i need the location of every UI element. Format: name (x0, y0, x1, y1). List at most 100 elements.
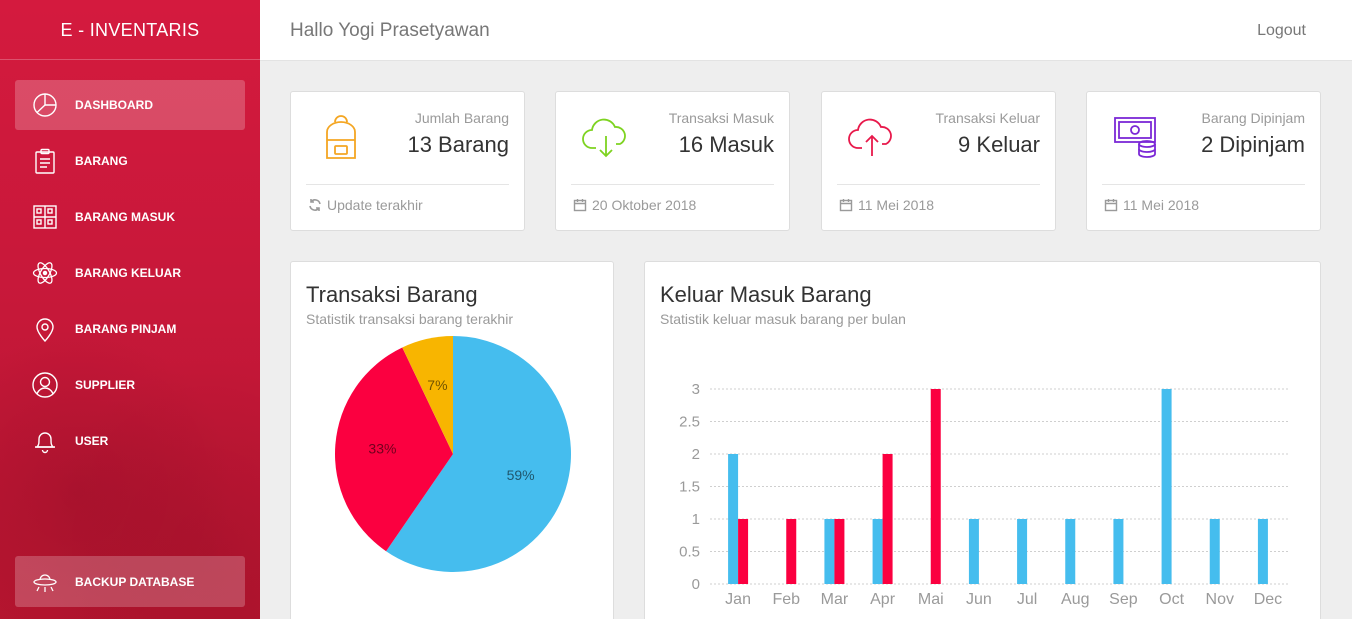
y-tick-label: 2 (692, 446, 700, 463)
cloud-download-icon (578, 110, 634, 166)
stat-card-transaksi-keluar: Transaksi Keluar 9 Keluar 11 Mei 2018 (821, 91, 1056, 231)
x-tick-label: Jan (725, 591, 751, 608)
x-tick-label: Dec (1254, 591, 1282, 608)
stat-footer-text: Update terakhir (327, 197, 423, 213)
panel-subtitle: Statistik transaksi barang terakhir (306, 311, 513, 327)
bar-feb-series-1[interactable] (786, 519, 797, 584)
divider (1102, 184, 1305, 185)
bar-mai-series-1[interactable] (930, 389, 941, 584)
money-coins-icon (1109, 110, 1165, 166)
pie-slice-label: 7% (427, 377, 447, 393)
x-tick-label: Mai (918, 591, 944, 608)
stat-value: 16 Masuk (678, 132, 774, 157)
greeting-text: Hallo Yogi Prasetyawan (290, 20, 490, 41)
bar-dec-series-0[interactable] (1257, 519, 1268, 584)
bar-jul-series-0[interactable] (1017, 519, 1028, 584)
y-tick-label: 1 (692, 511, 700, 528)
sidebar-item-barang-masuk[interactable]: BARANG MASUK (15, 192, 245, 242)
sidebar-item-label: SUPPLIER (75, 378, 136, 392)
calendar-icon (573, 199, 587, 212)
sidebar-menu: DASHBOARD BARANG BARANG MASUK BARANG KEL… (0, 80, 260, 466)
divider (306, 184, 509, 185)
stat-footer-text: 20 Oktober 2018 (592, 197, 697, 213)
y-tick-label: 1.5 (679, 479, 700, 496)
user-circle-icon (30, 370, 60, 400)
x-tick-label: Mar (821, 591, 849, 608)
x-tick-label: Apr (870, 591, 896, 608)
backup-database-button[interactable]: BACKUP DATABASE (15, 556, 245, 607)
pie-chart-panel: Transaksi Barang Statistik transaksi bar… (290, 261, 614, 619)
bar-jan-series-0[interactable] (728, 454, 739, 584)
stat-category: Transaksi Masuk (668, 110, 774, 126)
logout-link[interactable]: Logout (1257, 22, 1306, 40)
sidebar-item-barang-keluar[interactable]: BARANG KELUAR (15, 248, 245, 298)
bar-jun-series-0[interactable] (968, 519, 979, 584)
stat-footer: Update terakhir (308, 197, 423, 213)
building-icon (30, 202, 60, 232)
stat-category: Transaksi Keluar (935, 110, 1040, 126)
x-tick-label: Jun (966, 591, 992, 608)
stat-footer: 20 Oktober 2018 (573, 197, 696, 213)
sidebar-item-dashboard[interactable]: DASHBOARD (15, 80, 245, 130)
cloud-upload-icon (844, 110, 900, 166)
x-tick-label: Feb (772, 591, 800, 608)
x-tick-label: Sep (1109, 591, 1138, 608)
pie-slice-label: 59% (507, 467, 535, 483)
pie-chart: 59% 33% 7% (335, 336, 571, 572)
panel-title: Transaksi Barang (306, 282, 478, 307)
stat-value: 13 Barang (407, 132, 509, 157)
backpack-icon (313, 110, 369, 166)
sidebar-item-supplier[interactable]: SUPPLIER (15, 360, 245, 410)
top-navbar: Hallo Yogi Prasetyawan Logout (260, 0, 1352, 61)
backup-database-label: BACKUP DATABASE (75, 574, 195, 589)
divider (837, 184, 1040, 185)
bar-sep-series-0[interactable] (1113, 519, 1124, 584)
bar-mar-series-0[interactable] (824, 519, 835, 584)
bar-apr-series-0[interactable] (872, 519, 883, 584)
stat-value: 2 Dipinjam (1201, 132, 1305, 157)
clipboard-icon (30, 146, 60, 176)
sidebar-item-barang[interactable]: BARANG (15, 136, 245, 186)
bar-jan-series-1[interactable] (738, 519, 749, 584)
bar-oct-series-0[interactable] (1161, 389, 1172, 584)
stat-category: Barang Dipinjam (1201, 110, 1306, 126)
bar-chart: 0 0.5 1 1.5 2 2.5 3 Jan Feb Mar Apr Mai Jun Jul Aug Sep… (679, 381, 1288, 608)
stat-footer: 11 Mei 2018 (839, 197, 934, 213)
bar-aug-series-0[interactable] (1065, 519, 1076, 584)
sidebar-item-label: BARANG (75, 154, 128, 168)
y-tick-label: 0.5 (679, 544, 700, 561)
ufo-icon (30, 567, 60, 597)
stat-footer: 11 Mei 2018 (1104, 197, 1199, 213)
stat-footer-text: 11 Mei 2018 (1123, 197, 1200, 213)
stat-value: 9 Keluar (958, 132, 1040, 157)
sidebar-item-label: BARANG MASUK (75, 210, 175, 224)
x-tick-label: Aug (1061, 591, 1089, 608)
divider (571, 184, 774, 185)
panel-subtitle: Statistik keluar masuk barang per bulan (660, 311, 906, 327)
sidebar-item-user[interactable]: USER (15, 416, 245, 466)
sidebar: E - INVENTARIS DASHBOARD BARANG BARANG M… (0, 0, 260, 619)
atom-icon (30, 258, 60, 288)
sidebar-item-label: BARANG PINJAM (75, 322, 177, 336)
bar-apr-series-1[interactable] (882, 454, 893, 584)
y-tick-label: 2.5 (679, 414, 700, 431)
bell-icon (30, 426, 60, 456)
brand-logo[interactable]: E - INVENTARIS (0, 0, 260, 60)
x-tick-label: Jul (1017, 591, 1037, 608)
bar-chart-panel: Keluar Masuk Barang Statistik keluar mas… (644, 261, 1321, 619)
sidebar-item-label: BARANG KELUAR (75, 266, 181, 280)
pie-slice-label: 33% (368, 440, 396, 456)
x-tick-label: Nov (1206, 591, 1234, 608)
pie-chart-icon (30, 90, 60, 120)
stat-category: Jumlah Barang (414, 110, 509, 126)
calendar-icon (1104, 199, 1118, 212)
sidebar-item-label: DASHBOARD (75, 98, 153, 112)
bar-mar-series-1[interactable] (834, 519, 845, 584)
sidebar-item-barang-pinjam[interactable]: BARANG PINJAM (15, 304, 245, 354)
stat-card-transaksi-masuk: Transaksi Masuk 16 Masuk 20 Oktober 2018 (555, 91, 790, 231)
bar-nov-series-0[interactable] (1209, 519, 1220, 584)
y-tick-label: 3 (692, 381, 700, 398)
sidebar-item-label: USER (75, 434, 109, 448)
refresh-icon (309, 199, 321, 211)
stat-card-jumlah-barang: Jumlah Barang 13 Barang Update terakhir (290, 91, 525, 231)
